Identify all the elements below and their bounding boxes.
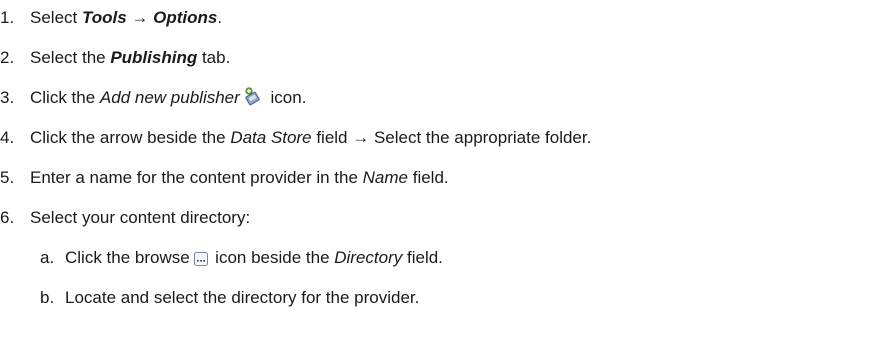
menu-item-options: Options [153, 8, 218, 27]
step-text-post: icon. [265, 88, 307, 107]
step-text: Select Tools → Options. [30, 6, 222, 30]
step-number: 2. [0, 48, 15, 67]
step-text-post: field. [408, 168, 449, 187]
step-text-pre: Enter a name for the content provider in… [30, 168, 363, 187]
step-number: 6. [0, 208, 15, 227]
step-text-pre: Select [30, 8, 82, 27]
step-number: 5. [0, 168, 15, 187]
browse-icon [194, 249, 209, 273]
tab-name-publishing: Publishing [110, 48, 198, 67]
step-text-post: tab. [197, 48, 231, 67]
step-number: 3. [0, 88, 15, 107]
menu-name-tools: Tools [81, 8, 127, 27]
step-text-mid: field [311, 128, 353, 147]
field-name-name: Name [362, 168, 408, 187]
step-number: 1. [0, 8, 15, 27]
field-name-data-store: Data Store [230, 128, 312, 147]
substep-text: Click the browse icon beside the Directo… [65, 246, 443, 273]
substep-text-post: field. [402, 248, 443, 267]
substep-text-pre: Click the browse [65, 248, 195, 267]
field-name-directory: Directory [334, 248, 403, 267]
step-text: Select the Publishing tab. [30, 46, 230, 70]
add-publisher-icon [243, 86, 263, 113]
step-text: Select your content directory: [30, 208, 251, 227]
step-text-pre: Click the arrow beside the [30, 128, 231, 147]
step-text: Click the arrow beside the Data Store fi… [30, 126, 591, 150]
arrow-glyph: → [352, 128, 370, 147]
step-text: Click the Add new publisher icon. [30, 86, 306, 113]
substep-text-mid: icon beside the [210, 248, 335, 267]
step-text-post: Select the appropriate folder. [369, 128, 592, 147]
step-number: 4. [0, 128, 15, 147]
ui-name-add-new-publisher: Add new publisher [99, 88, 240, 107]
step-text-post: . [217, 8, 223, 27]
step-text: Enter a name for the content provider in… [30, 166, 449, 190]
step-text-pre: Click the [30, 88, 100, 107]
substep-text: Locate and select the directory for the … [65, 288, 420, 307]
step-text-pre: Select the [30, 48, 111, 67]
arrow-glyph: → [131, 8, 149, 27]
